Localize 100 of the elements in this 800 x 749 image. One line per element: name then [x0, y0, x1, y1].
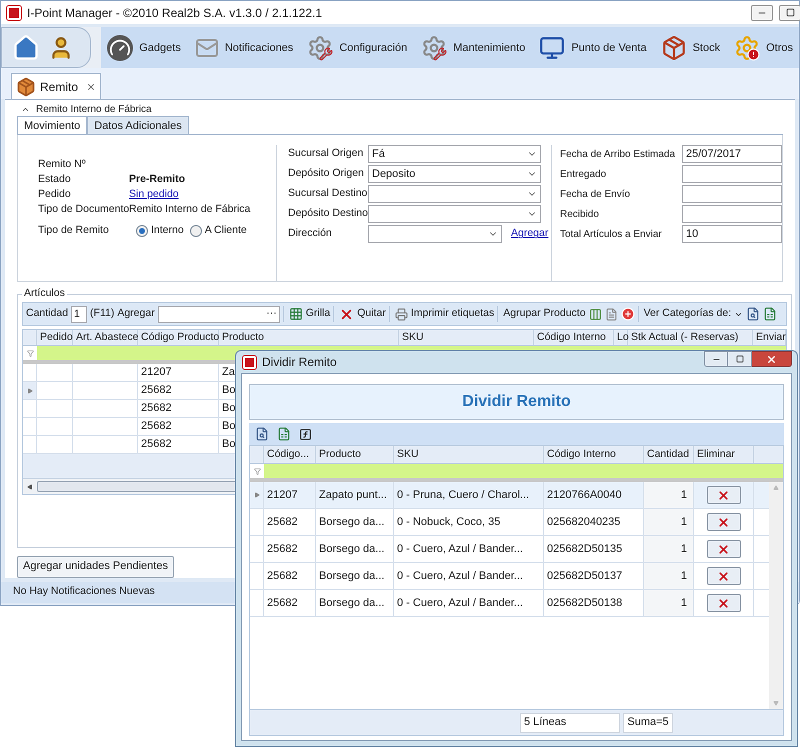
table-cell: 25682 — [138, 382, 219, 400]
table-cell: 1 — [644, 509, 694, 535]
table-cell: 0 - Nobuck, Coco, 35 — [394, 509, 544, 535]
column-header[interactable]: Código... — [264, 446, 316, 463]
column-header[interactable]: Código Producto — [138, 330, 219, 346]
column-header[interactable]: Pedido — [37, 330, 73, 346]
table-row[interactable]: 21207 Zapato punt... 0 - Pruna, Cuero / Charol... 2120766A0040 1 — [250, 482, 769, 509]
column-header[interactable]: Enviar — [753, 330, 786, 346]
table-cell: 21207 — [264, 482, 316, 508]
ribbon-button[interactable]: Notificaciones — [194, 36, 294, 60]
field-label: Total Artículos a Enviar — [560, 228, 663, 242]
document-tab[interactable]: Remito — [11, 73, 102, 100]
table-cell: 25682 — [138, 400, 219, 418]
quantity-field[interactable]: 1 — [71, 306, 88, 323]
table-row[interactable]: 25682 Borsego da... 0 - Cuero, Azul / Bander... 025682D50138 1 — [250, 590, 769, 617]
field-label: Sucursal Origen — [288, 146, 364, 162]
column-header[interactable]: Producto — [219, 330, 399, 346]
add-field[interactable]: ··· — [158, 306, 280, 323]
table-cell-text: Bo — [221, 437, 236, 452]
table-cell: 21207 — [138, 364, 219, 382]
table-cell: Borsego da... — [316, 509, 394, 535]
table-row[interactable]: 25682 Borsego da... 0 - Cuero, Azul / Bander... 025682D50135 1 — [250, 536, 769, 563]
field-label: Tipo de Documento — [38, 202, 129, 217]
table-cell: 25682 — [264, 590, 316, 616]
table-cell: 25682 — [264, 536, 316, 562]
table-cell: Borsego da... — [316, 536, 394, 562]
field-label: Depósito Destino — [288, 206, 368, 222]
column-header[interactable]: Eliminar — [694, 446, 754, 463]
pedido-link[interactable]: Sin pedido — [129, 186, 179, 203]
toolbar-button[interactable]: Imprimir etiquetas — [388, 306, 494, 322]
column-header[interactable]: Producto — [316, 446, 394, 463]
ribbon-button[interactable]: Punto de Venta — [539, 34, 647, 61]
table-cell: Borsego da... — [316, 563, 394, 589]
field-label: Estado — [38, 172, 72, 187]
field-value: Pre-Remito — [129, 172, 186, 187]
table-cell: 25682 — [264, 509, 316, 535]
dropdown[interactable]: Deposito — [368, 165, 541, 184]
column-header[interactable]: Cantidad — [644, 446, 694, 463]
field-label: Sucursal Destino — [288, 186, 368, 202]
shortcut-label: (F11) — [90, 306, 114, 322]
table-cell-text: Bo — [221, 401, 236, 416]
field-label: Recibido — [560, 208, 600, 222]
field-label: Fecha de Arribo Estimada — [560, 148, 676, 162]
line-count-field: 5 Líneas — [520, 712, 620, 732]
column-header[interactable]: SKU — [394, 446, 544, 463]
field-value: Remito Interno de Fábrica — [129, 202, 250, 217]
table-cell: 0 - Cuero, Azul / Bander... — [394, 563, 544, 589]
column-header[interactable]: Código Interno — [534, 330, 614, 346]
add-label: Agregar — [117, 306, 155, 322]
tab[interactable]: Movimiento — [17, 116, 88, 134]
ribbon-button[interactable]: Configuración — [307, 34, 408, 61]
dialog-heading: Dividir Remito — [462, 392, 571, 412]
column-header[interactable]: SKU — [399, 330, 534, 346]
agregar-link[interactable]: Agregar — [511, 226, 548, 242]
table-cell-text: Bo — [221, 383, 236, 398]
categories-dropdown[interactable]: Ver Categorías de: — [638, 306, 744, 322]
table-cell: 25682 — [264, 563, 316, 589]
toolbar-button[interactable]: Quitar — [333, 306, 386, 322]
field-label: Dirección — [288, 226, 333, 242]
field-label: Pedido — [38, 186, 72, 202]
input-field[interactable]: 10 — [682, 225, 782, 244]
tab[interactable]: Datos Adicionales — [87, 116, 189, 134]
table-row[interactable]: 25682 Borsego da... 0 - Nobuck, Coco, 35 025682040235 1 — [250, 509, 769, 536]
input-field[interactable]: 25/07/2017 — [682, 145, 782, 164]
window-title: I-Point Manager - ©2010 Real2b S.A. v1.3.0 / 2.1.122.1 — [27, 4, 324, 22]
radio-button[interactable]: Interno — [136, 223, 184, 240]
dropdown[interactable]: Fá — [368, 145, 541, 164]
group-title: Artículos — [23, 286, 66, 302]
table-cell: 1 — [644, 536, 694, 562]
ribbon-button[interactable]: Otros — [734, 34, 793, 61]
section-title: Remito Interno de Fábrica — [36, 103, 152, 118]
add-pending-button[interactable]: Agregar unidades Pendientes — [17, 556, 174, 578]
table-cell: 1 — [644, 482, 694, 508]
radio-button[interactable]: A Cliente — [190, 223, 247, 240]
table-cell: 0 - Cuero, Azul / Bander... — [394, 536, 544, 562]
column-header[interactable]: Lo — [614, 330, 628, 346]
table-cell-text: Za — [221, 365, 236, 380]
sum-field: Suma=5 — [623, 712, 673, 732]
quantity-label: Cantidad — [26, 306, 68, 322]
dialog-title: Dividir Remito — [262, 354, 338, 371]
column-header[interactable]: Código Interno — [544, 446, 644, 463]
column-header[interactable]: Art. Abastece — [73, 330, 138, 346]
toolbar-button[interactable]: Grilla — [282, 306, 330, 322]
toolbar-button[interactable]: Agrupar Producto — [497, 306, 586, 322]
table-cell: 1 — [644, 590, 694, 616]
ribbon-button[interactable]: Mantenimiento — [421, 34, 526, 61]
table-cell: 25682 — [138, 418, 219, 436]
table-cell: 25682 — [138, 436, 219, 454]
table-cell: 0 - Cuero, Azul / Bander... — [394, 590, 544, 616]
column-header[interactable]: Stk Actual (- Reservas) — [628, 330, 753, 346]
ribbon-button[interactable]: Stock — [660, 34, 720, 61]
field-label: Remito Nº — [38, 156, 87, 172]
field-label: Entregado — [560, 168, 608, 182]
ribbon-button[interactable]: Gadgets — [107, 34, 181, 61]
field-label: Depósito Origen — [288, 166, 365, 182]
field-label: Tipo de Remito — [38, 223, 110, 238]
table-cell: Zapato punt... — [316, 482, 394, 508]
table-cell: 1 — [644, 563, 694, 589]
table-row[interactable]: 25682 Borsego da... 0 - Cuero, Azul / Bander... 025682D50137 1 — [250, 563, 769, 590]
field-label: Fecha de Envío — [560, 188, 632, 202]
